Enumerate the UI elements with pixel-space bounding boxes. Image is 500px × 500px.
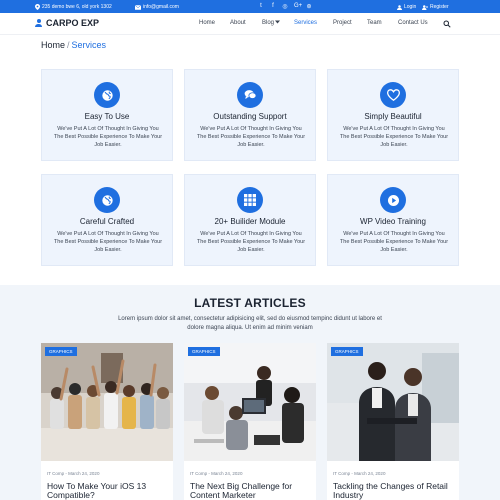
service-title: 20+ Builider Module [214,217,286,226]
globe-icon [94,187,120,213]
category-badge[interactable]: GRAPHICS [331,347,363,356]
main-navbar: CARPO EXP Home About Blog Services Proje… [0,13,500,35]
nav-project[interactable]: Project [333,20,352,26]
nav-about[interactable]: About [230,20,246,26]
dribbble-icon[interactable]: ⊛ [306,3,312,10]
location-pin-icon [35,4,40,10]
service-description: We've Put A Lot Of Thought In Giving You… [196,126,306,148]
service-card[interactable]: Easy To Use We've Put A Lot Of Thought I… [41,69,173,161]
address-info: 235 demo bwe 6, old york 1302 [35,4,112,10]
globe-icon [94,82,120,108]
service-title: Simply Beautiful [364,112,422,121]
service-card[interactable]: 20+ Builider Module We've Put A Lot Of T… [184,174,316,266]
article-meta: IT Comp - March 24, 2020 [333,471,386,476]
register-link[interactable]: Register [422,4,449,10]
caret-down-icon [275,20,281,24]
service-title: WP Video Training [360,217,426,226]
grid-icon [237,187,263,213]
login-label: Login [404,4,417,10]
nav-blog[interactable]: Blog [262,20,281,26]
breadcrumb-current: Services [71,40,107,50]
article-title[interactable]: Tackling the Changes of Retail Industry [333,482,455,500]
article-author[interactable]: IT Comp [190,471,207,476]
service-card[interactable]: Outstanding Support We've Put A Lot Of T… [184,69,316,161]
category-badge[interactable]: GRAPHICS [188,347,220,356]
user-logo-icon [35,19,42,27]
user-icon [397,4,402,10]
service-description: We've Put A Lot Of Thought In Giving You… [339,126,449,148]
nav-blog-label: Blog [262,20,275,26]
article-card[interactable]: GRAPHICS IT Comp - March 24, 2020 How To… [41,343,173,500]
article-title[interactable]: The Next Big Challenge for Content Marke… [190,482,312,500]
article-image[interactable] [41,343,173,461]
article-card[interactable]: GRAPHICS IT Comp - March 24, 2020 The Ne… [184,343,316,500]
article-card[interactable]: GRAPHICS IT Comp - March 24, 2020 Tackli… [327,343,459,500]
section-subheading: Lorem ipsum dolor sit amet, consectetur … [118,316,382,331]
section-heading: LATEST ARTICLES [194,296,306,310]
service-description: We've Put A Lot Of Thought In Giving You… [196,231,306,253]
category-badge[interactable]: GRAPHICS [45,347,77,356]
service-description: We've Put A Lot Of Thought In Giving You… [339,231,449,253]
article-title[interactable]: How To Make Your iOS 13 Compatible? [47,482,169,500]
email-info[interactable]: info@gmail.com [135,4,179,10]
article-image[interactable] [184,343,316,461]
service-description: We've Put A Lot Of Thought In Giving You… [53,231,163,253]
address-text: 235 demo bwe 6, old york 1302 [42,4,112,10]
article-date: March 24, 2020 [354,471,386,476]
article-date: March 24, 2020 [68,471,100,476]
service-title: Outstanding Support [213,112,287,121]
service-card[interactable]: Careful Crafted We've Put A Lot Of Thoug… [41,174,173,266]
register-label: Register [430,4,449,10]
instagram-icon[interactable]: ◎ [282,3,288,10]
email-text: info@gmail.com [143,4,179,10]
top-bar: 235 demo bwe 6, old york 1302 info@gmail… [0,0,500,13]
nav-home[interactable]: Home [199,20,215,26]
google-plus-icon[interactable]: G+ [294,3,302,10]
service-title: Careful Crafted [79,217,135,226]
heart-icon [380,82,406,108]
breadcrumb-home[interactable]: Home [41,40,65,50]
chat-icon [237,82,263,108]
service-title: Easy To Use [84,112,130,121]
service-card[interactable]: Simply Beautiful We've Put A Lot Of Thou… [327,69,459,161]
twitter-icon[interactable]: t [258,3,264,10]
breadcrumb-separator: / [67,40,70,50]
brand-name: CARPO EXP [46,18,100,28]
brand-logo[interactable]: CARPO EXP [35,18,99,28]
article-date: March 24, 2020 [211,471,243,476]
latest-articles-section: LATEST ARTICLES Lorem ipsum dolor sit am… [0,285,500,500]
login-link[interactable]: Login [397,4,416,10]
social-links: t f ◎ G+ ⊛ [258,3,312,10]
mail-icon [135,4,141,10]
service-card[interactable]: WP Video Training We've Put A Lot Of Tho… [327,174,459,266]
nav-services[interactable]: Services [294,20,317,26]
article-meta: IT Comp - March 24, 2020 [190,471,243,476]
nav-team[interactable]: Team [367,20,382,26]
article-image[interactable] [327,343,459,461]
article-meta: IT Comp - March 24, 2020 [47,471,100,476]
breadcrumb: Home / Services [41,40,106,50]
add-user-icon [422,4,428,10]
search-icon[interactable] [443,20,451,28]
article-author[interactable]: IT Comp [47,471,64,476]
service-description: We've Put A Lot Of Thought In Giving You… [53,126,163,148]
play-icon [380,187,406,213]
facebook-icon[interactable]: f [270,3,276,10]
nav-contact[interactable]: Contact Us [398,20,428,26]
article-author[interactable]: IT Comp [333,471,350,476]
